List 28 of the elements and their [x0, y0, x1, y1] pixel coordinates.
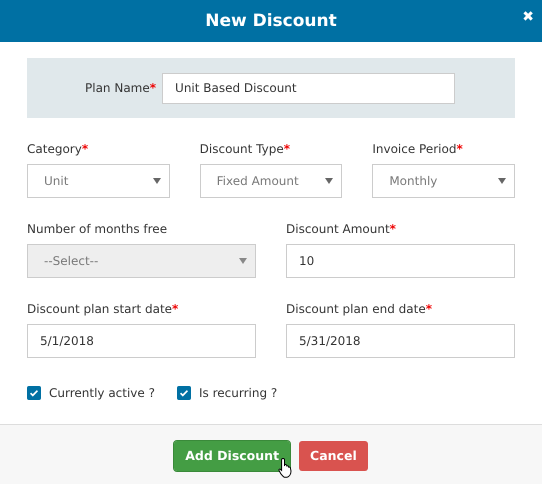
caret-icon [152, 178, 161, 184]
field-label: Discount Type* [200, 142, 291, 156]
cancel-button[interactable]: Cancel [299, 440, 368, 470]
caret-icon [239, 258, 247, 264]
field-label: Discount plan start date* [27, 302, 180, 316]
checkbox-label: Is recurring ? [198, 386, 278, 400]
close-button[interactable]: ✖ [522, 9, 534, 25]
dropdown[interactable]: Monthly [372, 164, 515, 198]
dropdown[interactable]: Fixed Amount [200, 164, 342, 198]
dropdown[interactable]: Unit [27, 164, 170, 198]
checkbox-label: Currently active ? [49, 386, 155, 400]
dialog-title: New Discount [205, 11, 337, 31]
caret-icon [498, 178, 506, 184]
hand-cursor-icon [278, 457, 294, 479]
field-label: Invoice Period* [372, 142, 464, 156]
input-field[interactable]: 10 [286, 244, 515, 278]
field-label: Plan Name* [85, 81, 156, 95]
field-label: Discount Amount* [286, 222, 397, 236]
field-label: Category* [27, 142, 90, 156]
plan-name-field[interactable]: Unit Based Discount [162, 72, 456, 104]
add-discount-button[interactable]: Add Discount [174, 440, 290, 470]
input-field[interactable]: 5/1/2018 [27, 324, 256, 358]
checkbox[interactable] [27, 386, 41, 400]
caret-icon [325, 178, 334, 184]
field-label: Discount plan end date* [286, 302, 433, 316]
checkbox[interactable] [176, 386, 191, 400]
field-label: Number of months free [27, 222, 168, 236]
input-field[interactable]: 5/31/2018 [286, 324, 515, 358]
